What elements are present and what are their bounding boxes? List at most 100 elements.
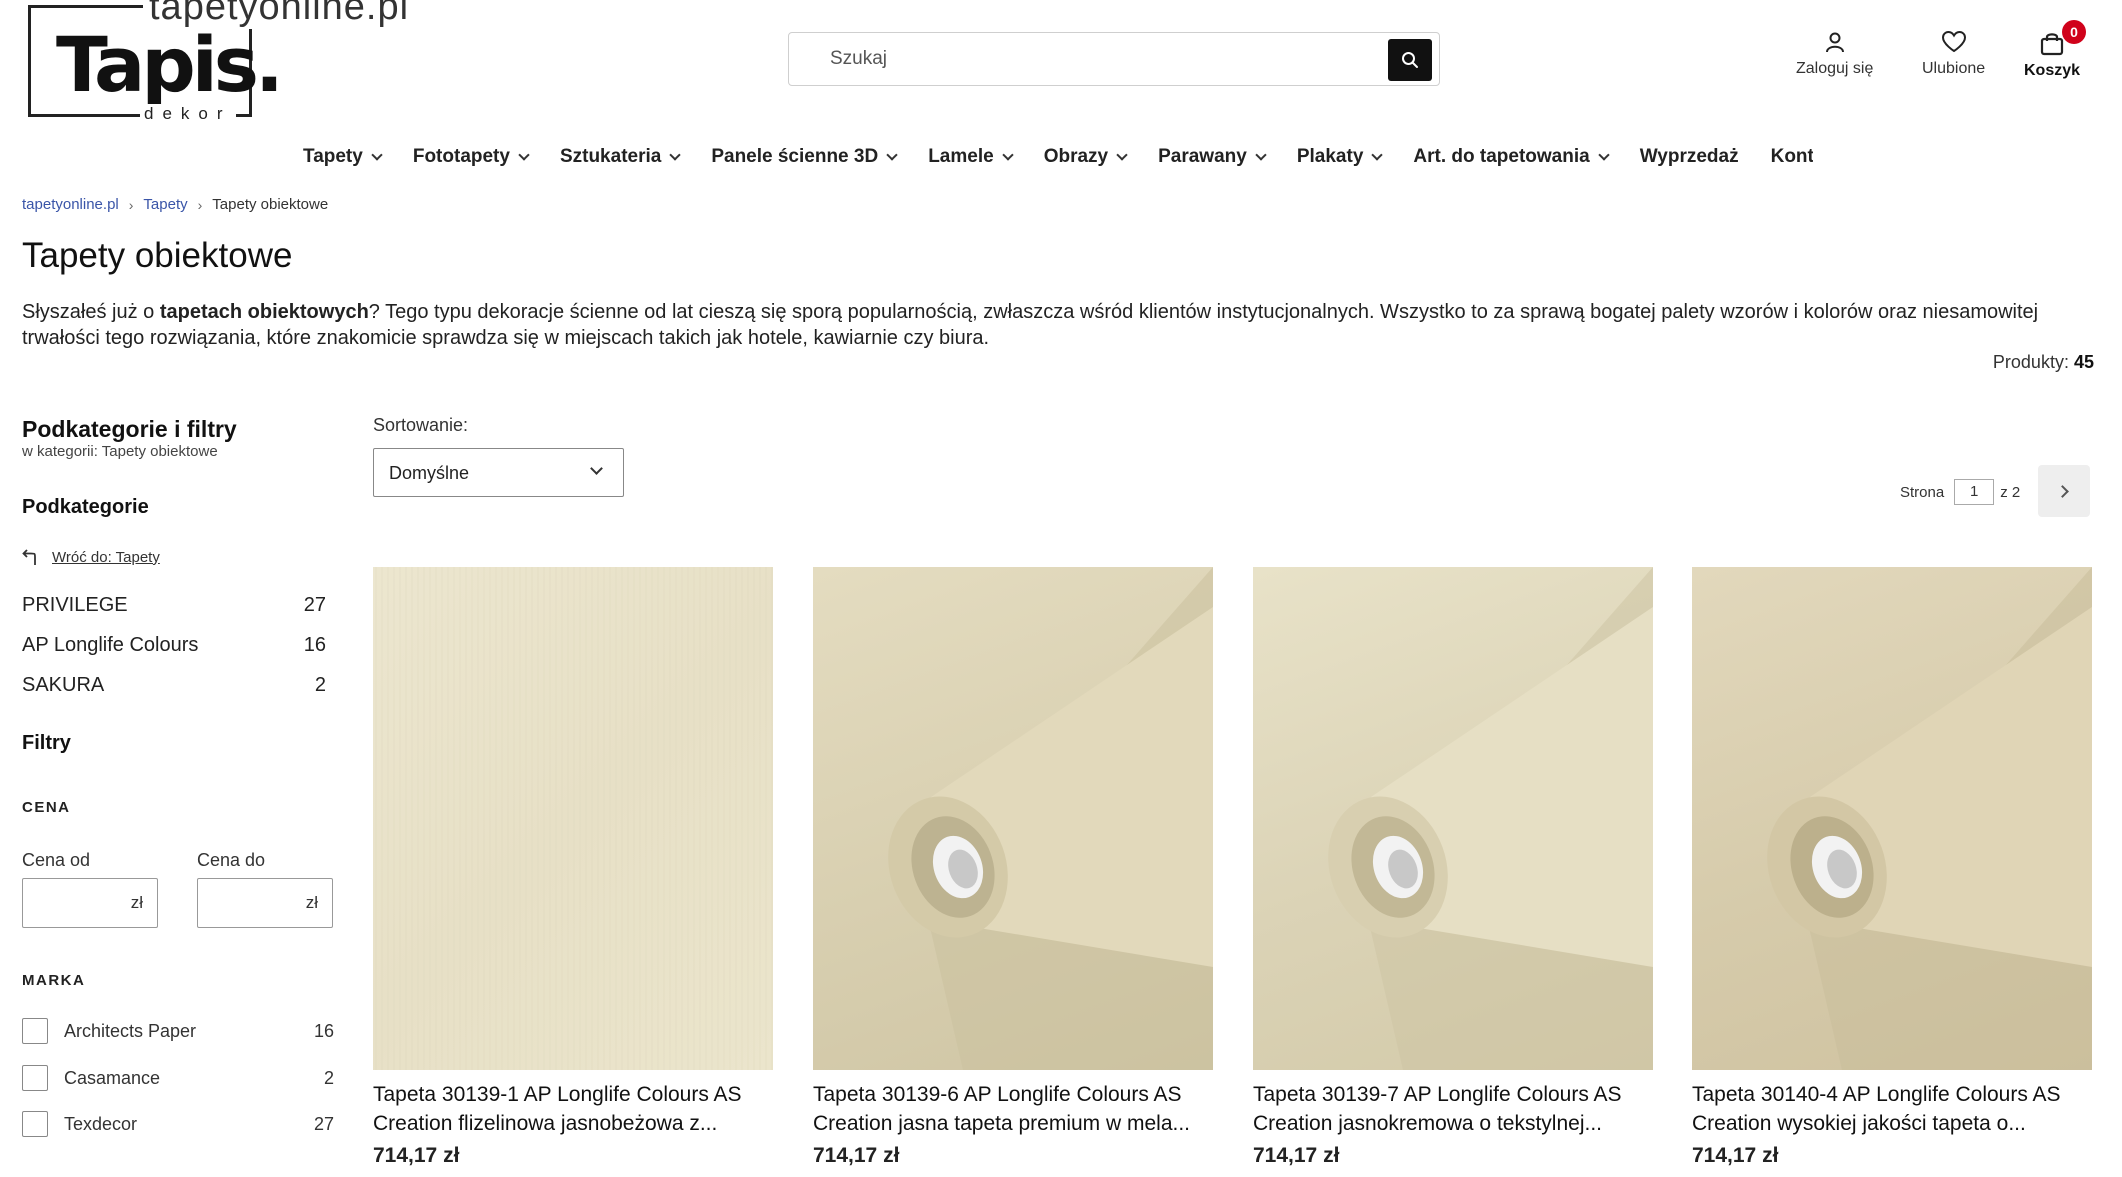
nav-item-panele[interactable]: Panele ścienne 3D — [711, 142, 898, 172]
back-label: Wróć do: Tapety — [52, 548, 160, 566]
search-button[interactable] — [1388, 39, 1432, 81]
nav-item-obrazy[interactable]: Obrazy — [1043, 142, 1128, 172]
price-to-input[interactable]: zł — [197, 878, 333, 928]
subcategory-item[interactable]: SAKURA 2 — [22, 674, 326, 697]
wallpaper-roll-illustration — [888, 567, 1213, 1070]
chevron-down-icon — [1116, 148, 1128, 161]
next-page-button[interactable] — [2038, 465, 2090, 517]
subcategory-item[interactable]: AP Longlife Colours 16 — [22, 634, 326, 657]
nav-label: Plakaty — [1296, 146, 1364, 167]
nav-label: Panele ścienne 3D — [711, 146, 879, 167]
product-name[interactable]: Tapeta 30139-1 AP Longlife Colours AS Cr… — [373, 1080, 773, 1138]
texture-pattern — [373, 567, 773, 1070]
product-image[interactable] — [1692, 567, 2092, 1070]
nav-label: Obrazy — [1043, 146, 1109, 167]
chevron-down-icon — [1371, 148, 1384, 161]
brand-heading: MARKA — [22, 972, 86, 989]
subcategory-count: 16 — [303, 634, 326, 656]
currency-label: zł — [130, 893, 143, 912]
currency-label: zł — [305, 893, 318, 912]
search-input[interactable] — [790, 34, 1390, 84]
price-to-label: Cena do — [197, 850, 266, 870]
page-input[interactable]: 1 — [1954, 479, 1995, 505]
product-price: 714,17 zł — [813, 1144, 900, 1167]
brand-name: Architects Paper — [64, 1020, 197, 1041]
breadcrumb-current: Tapety obiektowe — [212, 196, 329, 213]
sort-selected: Domyślne — [389, 463, 470, 483]
price-from-input[interactable]: zł — [22, 878, 158, 928]
checkbox[interactable] — [22, 1065, 48, 1091]
subcategory-name: SAKURA — [22, 674, 105, 696]
nav-label: Kont — [1770, 146, 1813, 167]
nav-item-kontakt[interactable]: Kont — [1771, 142, 1813, 172]
pager-total: z 2 — [2000, 483, 2021, 501]
nav-item-tapety[interactable]: Tapety — [303, 142, 383, 172]
favorites-link[interactable]: Ulubione — [1922, 30, 1985, 78]
sort-select[interactable]: Domyślne — [373, 448, 624, 497]
filters-heading: Filtry — [22, 732, 71, 754]
main-nav: Tapety Fototapety Sztukateria Panele ści… — [303, 142, 1813, 172]
subcategory-name: PRIVILEGE — [22, 594, 128, 616]
subcategory-item[interactable]: PRIVILEGE 27 — [22, 594, 326, 617]
breadcrumb-parent[interactable]: Tapety — [143, 196, 187, 213]
product-name[interactable]: Tapeta 30140-4 AP Longlife Colours AS Cr… — [1692, 1080, 2092, 1138]
subcategories-heading: Podkategorie — [22, 496, 149, 518]
product-card[interactable]: Tapeta 30139-7 AP Longlife Colours AS Cr… — [1253, 567, 1653, 1168]
site-header: tapetyonline.pl Tapis. dekor Zaloguj się… — [0, 0, 2122, 125]
sidebar-subtitle: w kategorii: Tapety obiektowe — [22, 443, 218, 460]
chevron-down-icon — [1255, 148, 1267, 161]
nav-item-plakaty[interactable]: Plakaty — [1296, 142, 1384, 172]
nav-item-sztukateria[interactable]: Sztukateria — [559, 142, 681, 172]
product-image[interactable] — [373, 567, 773, 1070]
product-image[interactable] — [813, 567, 1213, 1070]
logo-brand: Tapis. — [56, 20, 284, 109]
site-logo[interactable]: tapetyonline.pl Tapis. dekor — [28, 0, 416, 124]
brand-filter-item[interactable]: Texdecor 27 — [22, 1111, 334, 1137]
nav-label: Lamele — [928, 146, 994, 167]
brand-filter-item[interactable]: Architects Paper 16 — [22, 1018, 334, 1044]
breadcrumb: tapetyonline.pl › Tapety › Tapety obiekt… — [22, 196, 328, 213]
chevron-down-icon — [1598, 148, 1610, 161]
wallpaper-roll-illustration — [1328, 567, 1653, 1070]
checkbox[interactable] — [22, 1111, 48, 1137]
page-title: Tapety obiektowe — [22, 236, 293, 275]
desc-bold: tapetach obiektowych — [159, 301, 369, 323]
product-image[interactable] — [1253, 567, 1653, 1070]
brand-filter-item[interactable]: Casamance 2 — [22, 1065, 334, 1091]
nav-label: Parawany — [1158, 146, 1247, 167]
cart-count-badge: 0 — [2062, 20, 2087, 44]
nav-label: Tapety — [303, 146, 363, 167]
nav-label: Wyprzedaż — [1639, 146, 1739, 167]
brand-count: 2 — [323, 1067, 334, 1088]
products-count: Produkty: 45 — [1993, 352, 2094, 373]
search-icon — [1402, 52, 1418, 68]
login-link[interactable]: Zaloguj się — [1796, 30, 1873, 78]
nav-label: Sztukateria — [559, 146, 662, 167]
search-bar — [788, 32, 1440, 86]
nav-item-lamele[interactable]: Lamele — [928, 142, 1014, 172]
product-card[interactable]: Tapeta 30139-6 AP Longlife Colours AS Cr… — [813, 567, 1213, 1168]
back-link[interactable]: Wróć do: Tapety — [22, 548, 160, 566]
heart-icon — [1941, 30, 1966, 53]
chevron-right-icon: › — [197, 196, 203, 213]
nav-item-fototapety[interactable]: Fototapety — [413, 142, 530, 172]
product-card[interactable]: Tapeta 30140-4 AP Longlife Colours AS Cr… — [1692, 567, 2092, 1168]
subcategory-name: AP Longlife Colours — [22, 634, 199, 656]
favorites-label: Ulubione — [1922, 60, 1986, 77]
product-card[interactable]: Tapeta 30139-1 AP Longlife Colours AS Cr… — [373, 567, 773, 1168]
nav-item-wyprzedaz[interactable]: Wyprzedaż — [1640, 142, 1739, 172]
product-name[interactable]: Tapeta 30139-6 AP Longlife Colours AS Cr… — [813, 1080, 1213, 1138]
login-label: Zaloguj się — [1796, 60, 1874, 77]
wallpaper-roll-illustration — [1767, 567, 2092, 1070]
price-from-label: Cena od — [22, 850, 91, 870]
nav-item-art-tapetowania[interactable]: Art. do tapetowania — [1413, 142, 1610, 172]
breadcrumb-home[interactable]: tapetyonline.pl — [22, 196, 119, 213]
cart-link[interactable]: Koszyk 0 — [2024, 20, 2087, 80]
checkbox[interactable] — [22, 1018, 48, 1044]
nav-item-parawany[interactable]: Parawany — [1158, 142, 1267, 172]
product-name[interactable]: Tapeta 30139-7 AP Longlife Colours AS Cr… — [1253, 1080, 1653, 1138]
price-heading: CENA — [22, 799, 71, 816]
chevron-down-icon — [669, 148, 681, 161]
chevron-down-icon — [590, 462, 603, 475]
chevron-down-icon — [518, 148, 530, 161]
